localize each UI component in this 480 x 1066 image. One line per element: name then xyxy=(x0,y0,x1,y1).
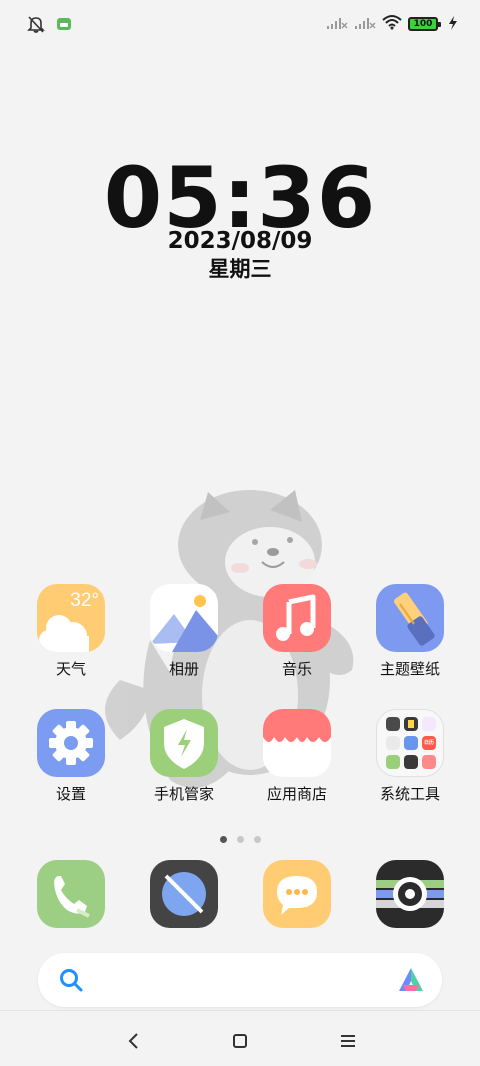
app-themes[interactable]: 主题壁纸 xyxy=(360,584,460,679)
app-label: 系统工具 xyxy=(379,785,440,803)
app-label: 天气 xyxy=(55,660,86,678)
page-dot xyxy=(236,836,244,843)
app-store[interactable]: 应用商店 xyxy=(247,709,347,804)
app-store-icon xyxy=(263,709,331,777)
dock-camera[interactable] xyxy=(376,860,444,928)
app-label: 主题壁纸 xyxy=(379,660,440,678)
dock-phone[interactable] xyxy=(37,860,105,928)
messages-icon xyxy=(277,876,317,915)
navigation-bar xyxy=(0,1010,480,1066)
battery-level: 100 xyxy=(413,19,433,29)
app-weather[interactable]: 32° 天气 xyxy=(21,584,121,679)
app-gallery[interactable]: 相册 xyxy=(134,584,234,679)
security-shield-icon xyxy=(150,709,218,777)
dock-browser[interactable] xyxy=(150,860,218,928)
dock-messages[interactable] xyxy=(263,860,331,928)
search-bar[interactable] xyxy=(38,953,442,1007)
folder-icon: 日历 xyxy=(376,709,444,777)
page-dot xyxy=(219,836,227,843)
app-label: 相册 xyxy=(168,660,199,678)
status-bar: 100 xyxy=(0,0,480,50)
menu-icon[interactable] xyxy=(336,1029,360,1053)
signal-x-icon xyxy=(326,15,348,34)
weather-icon: 32° xyxy=(37,584,105,652)
app-music[interactable]: 音乐 xyxy=(247,584,347,679)
app-label: 音乐 xyxy=(281,660,312,678)
android-robot-icon xyxy=(56,16,72,36)
page-dot xyxy=(253,836,261,843)
app-label: 应用商店 xyxy=(266,785,327,803)
theme-brush-icon xyxy=(376,584,444,652)
browser-icon xyxy=(162,872,206,916)
assistant-logo-icon[interactable] xyxy=(396,965,426,995)
battery-icon: 100 xyxy=(408,17,441,31)
app-settings[interactable]: 设置 xyxy=(21,709,121,804)
gallery-icon xyxy=(150,584,218,652)
settings-gear-icon xyxy=(37,709,105,777)
charging-bolt-icon xyxy=(448,15,458,34)
app-security[interactable]: 手机管家 xyxy=(134,709,234,804)
app-folder-tools[interactable]: 日历 系统工具 xyxy=(360,709,460,804)
page-indicator xyxy=(0,828,480,847)
app-label: 设置 xyxy=(55,785,86,803)
home-icon[interactable] xyxy=(228,1029,252,1053)
clock-date: 2023/08/09 xyxy=(167,228,313,254)
wifi-icon xyxy=(382,14,402,34)
app-label: 手机管家 xyxy=(153,785,214,803)
clock-weekday: 星期三 xyxy=(208,257,272,281)
music-icon xyxy=(263,584,331,652)
phone-icon xyxy=(54,876,90,918)
search-icon xyxy=(60,969,83,992)
back-icon[interactable] xyxy=(122,1029,146,1053)
bell-off-icon xyxy=(26,14,46,38)
folder-mini-label: 日历 xyxy=(423,740,434,746)
camera-icon xyxy=(376,877,444,911)
signal-x-icon xyxy=(354,15,376,34)
